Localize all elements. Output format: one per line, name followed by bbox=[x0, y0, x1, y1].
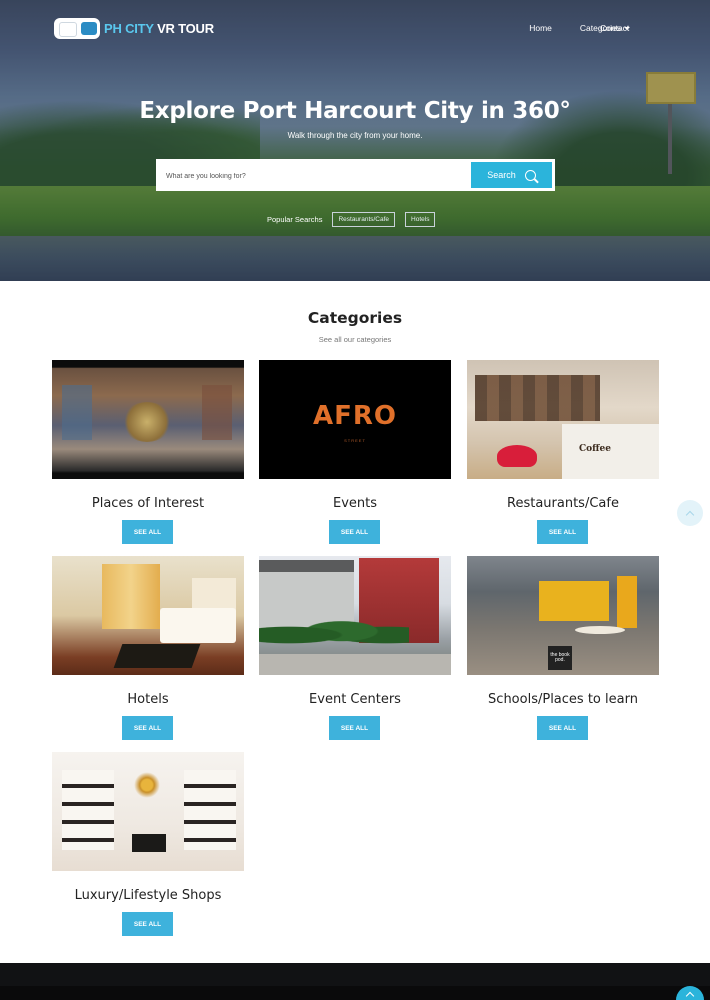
afro-street-logo-subtext: STREET bbox=[344, 438, 366, 443]
categories-title: Categories bbox=[307, 309, 403, 327]
category-card-places: Places of Interest SEE ALL bbox=[52, 360, 244, 544]
chevron-up-icon bbox=[685, 991, 695, 1000]
hotel-curtain bbox=[102, 564, 160, 629]
yellow-wall bbox=[617, 576, 637, 628]
category-card-restaurants: Coffee Restaurants/Cafe SEE ALL bbox=[467, 360, 659, 544]
chandelier bbox=[134, 772, 160, 798]
afro-street-logo: AFRO bbox=[312, 401, 397, 431]
see-all-button-hotels[interactable]: SEE ALL bbox=[122, 716, 173, 740]
popular-searches: Popular Searchs Restaurants/Cafe Hotels bbox=[267, 212, 436, 227]
category-name: Event Centers bbox=[309, 692, 401, 707]
category-name: Hotels bbox=[127, 692, 169, 707]
search-bar: Search bbox=[156, 159, 555, 191]
search-button-label: Search bbox=[487, 170, 516, 180]
see-all-button-schools[interactable]: SEE ALL bbox=[537, 716, 588, 740]
book-pod-sign: the book pod. bbox=[548, 646, 572, 670]
category-name: Restaurants/Cafe bbox=[507, 496, 619, 511]
nav-contact-link[interactable]: Contact bbox=[600, 23, 629, 33]
navbar: PH CITY VR TOUR Home Categories Contact bbox=[0, 0, 710, 56]
footer-bottom-strip bbox=[0, 986, 710, 1000]
cafe-chair bbox=[497, 445, 537, 467]
vr-goggles-icon bbox=[54, 18, 100, 39]
category-name: Events bbox=[332, 496, 377, 511]
yellow-wall bbox=[539, 581, 609, 621]
palm-trees bbox=[259, 616, 409, 654]
category-image-luxury[interactable] bbox=[52, 752, 244, 871]
category-card-hotels: Hotels SEE ALL bbox=[52, 556, 244, 740]
category-image-places[interactable] bbox=[52, 360, 244, 479]
category-name: Luxury/Lifestyle Shops bbox=[74, 888, 222, 903]
see-all-button-places[interactable]: SEE ALL bbox=[122, 520, 173, 544]
category-image-event-centers[interactable] bbox=[259, 556, 451, 675]
popular-tag-hotels[interactable]: Hotels bbox=[405, 212, 436, 227]
category-name: Places of Interest bbox=[91, 496, 205, 511]
see-all-button-events[interactable]: SEE ALL bbox=[329, 520, 380, 544]
category-card-schools: the book pod. Schools/Places to learn SE… bbox=[467, 556, 659, 740]
search-icon bbox=[524, 169, 536, 181]
round-table bbox=[575, 626, 625, 634]
panorama-shape bbox=[62, 385, 92, 440]
category-image-restaurants[interactable]: Coffee bbox=[467, 360, 659, 479]
see-all-button-event-centers[interactable]: SEE ALL bbox=[329, 716, 380, 740]
site-logo[interactable]: PH CITY VR TOUR bbox=[54, 18, 214, 39]
category-name: Schools/Places to learn bbox=[488, 692, 638, 707]
search-button[interactable]: Search bbox=[471, 162, 552, 188]
nav-home-link[interactable]: Home bbox=[529, 23, 552, 33]
panorama-shape bbox=[122, 402, 172, 442]
road bbox=[259, 654, 451, 675]
search-input[interactable] bbox=[166, 167, 466, 185]
see-all-button-restaurants[interactable]: SEE ALL bbox=[537, 520, 588, 544]
footer bbox=[0, 963, 710, 1000]
popular-searches-label: Popular Searchs bbox=[267, 215, 323, 224]
category-card-events: AFRO STREET Events SEE ALL bbox=[259, 360, 451, 544]
panorama-shape bbox=[202, 385, 232, 440]
chevron-up-icon bbox=[685, 510, 695, 519]
popular-tag-restaurants[interactable]: Restaurants/Cafe bbox=[332, 212, 396, 227]
hero-banner: PH CITY VR TOUR Home Categories Contact … bbox=[0, 0, 710, 281]
scroll-to-top-button[interactable] bbox=[677, 500, 703, 526]
category-card-luxury: Luxury/Lifestyle Shops SEE ALL bbox=[52, 752, 244, 936]
cafe-shelf bbox=[475, 375, 600, 421]
building-roof bbox=[259, 560, 354, 572]
coffee-sign: Coffee bbox=[579, 444, 612, 454]
boutique-shelf bbox=[62, 770, 114, 850]
category-image-hotels[interactable] bbox=[52, 556, 244, 675]
see-all-button-luxury[interactable]: SEE ALL bbox=[122, 912, 173, 936]
category-image-schools[interactable]: the book pod. bbox=[467, 556, 659, 675]
hero-title: Explore Port Harcourt City in 360° bbox=[139, 98, 571, 124]
category-card-event-centers: Event Centers SEE ALL bbox=[259, 556, 451, 740]
hero-subtitle: Walk through the city from your home. bbox=[287, 131, 423, 140]
categories-subtitle: See all our categories bbox=[318, 335, 392, 344]
logo-text-ph: PH CITY bbox=[104, 21, 154, 36]
boutique-shelf bbox=[184, 770, 236, 850]
logo-text: PH CITY VR TOUR bbox=[104, 21, 214, 36]
logo-text-rest: VR TOUR bbox=[153, 21, 214, 36]
hotel-bed bbox=[160, 608, 236, 643]
boutique-table bbox=[132, 834, 166, 852]
category-image-events[interactable]: AFRO STREET bbox=[259, 360, 451, 479]
hotel-rug bbox=[113, 644, 201, 668]
